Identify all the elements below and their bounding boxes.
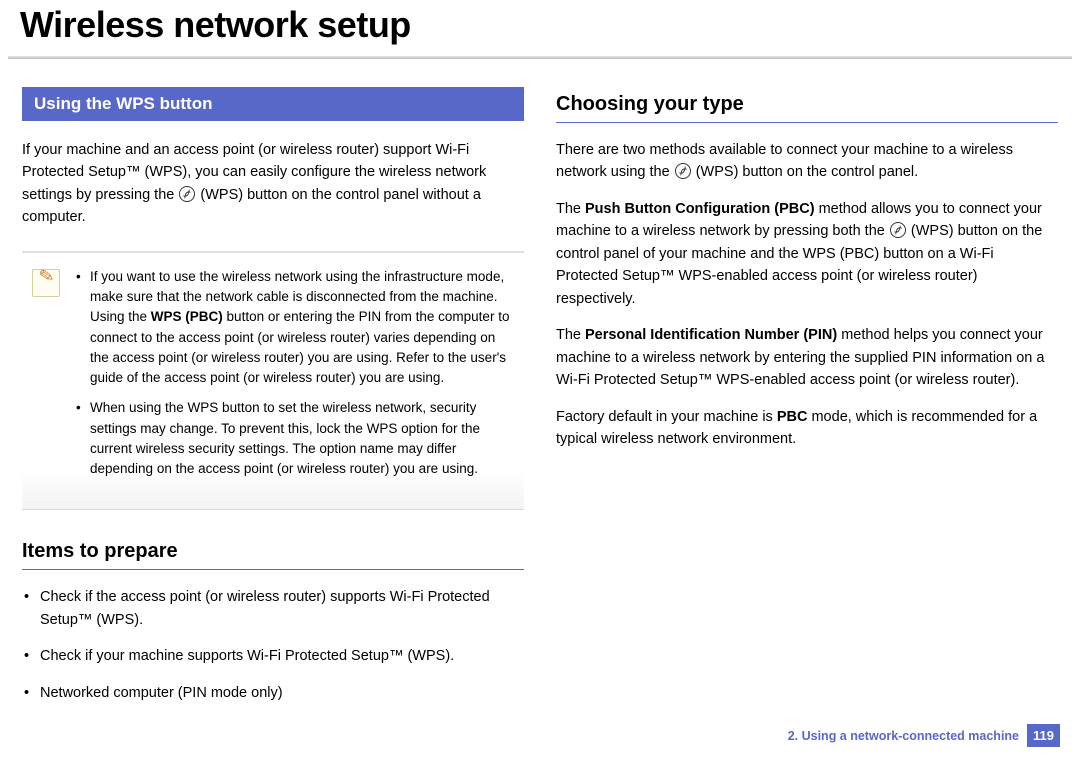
p1-after: (WPS) button on the control panel.: [696, 164, 918, 180]
list-item: Check if the access point (or wireless r…: [22, 586, 524, 631]
right-column: Choosing your type There are two methods…: [556, 87, 1058, 718]
page-number: 119: [1027, 724, 1060, 747]
note-box: If you want to use the wireless network …: [22, 251, 524, 511]
items-heading: Items to prepare: [22, 540, 524, 570]
footer-chapter: 2. Using a network-connected machine: [788, 729, 1019, 743]
section-heading-wps: Using the WPS button: [22, 87, 524, 121]
note-icon: [32, 269, 60, 297]
p3-before: The: [556, 327, 585, 343]
right-p3: The Personal Identification Number (PIN)…: [556, 324, 1058, 391]
note-item-2: When using the WPS button to set the wir…: [76, 398, 514, 479]
footer: 2. Using a network-connected machine 119: [788, 724, 1060, 747]
wps-icon: [675, 163, 691, 179]
p3-bold: Personal Identification Number (PIN): [585, 327, 837, 343]
p2-before: The: [556, 201, 585, 217]
page-title: Wireless network setup: [4, 4, 1080, 46]
title-block: Wireless network setup: [0, 0, 1080, 46]
right-p4: Factory default in your machine is PBC m…: [556, 406, 1058, 451]
choosing-heading: Choosing your type: [556, 93, 1058, 123]
intro-paragraph: If your machine and an access point (or …: [22, 139, 524, 229]
p4-bold: PBC: [777, 409, 808, 425]
note-item-1: If you want to use the wireless network …: [76, 267, 514, 389]
p2-bold: Push Button Configuration (PBC): [585, 201, 815, 217]
note-list: If you want to use the wireless network …: [72, 267, 514, 490]
right-p2: The Push Button Configuration (PBC) meth…: [556, 198, 1058, 310]
content-columns: Using the WPS button If your machine and…: [0, 59, 1080, 718]
right-p1: There are two methods available to conne…: [556, 139, 1058, 184]
p4-before: Factory default in your machine is: [556, 409, 777, 425]
items-list: Check if the access point (or wireless r…: [22, 586, 524, 704]
wps-icon: [890, 222, 906, 238]
note1-bold: WPS (PBC): [151, 309, 223, 324]
left-column: Using the WPS button If your machine and…: [22, 87, 524, 718]
list-item: Networked computer (PIN mode only): [22, 682, 524, 704]
list-item: Check if your machine supports Wi-Fi Pro…: [22, 645, 524, 667]
wps-icon: [179, 186, 195, 202]
